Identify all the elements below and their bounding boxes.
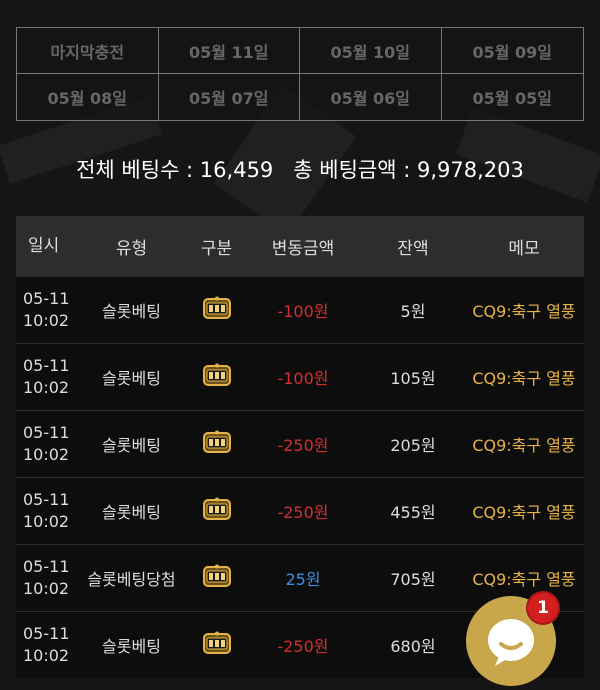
date-tab-0508[interactable]: 05월 08일 — [17, 74, 159, 120]
chat-notification-badge: 1 — [526, 591, 560, 625]
betting-summary: 전체 베팅수 : 16,459 총 베팅금액 : 9,978,203 — [0, 154, 600, 184]
row-date: 05-11 — [23, 490, 70, 509]
row-time: 10:02 — [23, 311, 70, 330]
row-type: 슬롯베팅 — [102, 436, 161, 455]
total-bet-count: 전체 베팅수 : 16,459 — [76, 158, 274, 182]
row-change-amount: -250원 — [277, 503, 329, 522]
table-row: 05-11 10:02 슬롯베팅 -250원 455원 CQ9:축구 열풍 — [16, 477, 584, 544]
row-memo: CQ9:축구 열풍 — [472, 570, 576, 589]
date-tab-last-charge[interactable]: 마지막충전 — [17, 28, 159, 74]
row-datetime: 05-11 10:02 — [16, 623, 74, 667]
row-kind — [189, 296, 244, 324]
row-datetime: 05-11 10:02 — [16, 556, 74, 600]
row-change-amount: -250원 — [277, 436, 329, 455]
table-header: 일시 유형 구분 변동금액 잔액 메모 — [16, 216, 584, 276]
header-date: 일시 — [28, 236, 60, 256]
slot-machine-icon — [202, 296, 231, 324]
row-kind — [189, 430, 244, 458]
header-type: 유형 — [115, 238, 148, 259]
row-time: 10:02 — [23, 579, 70, 598]
row-balance: 455원 — [390, 503, 436, 522]
date-tab-0505[interactable]: 05월 05일 — [442, 74, 584, 120]
row-balance: 5원 — [400, 302, 426, 321]
row-memo: CQ9:축구 열풍 — [472, 369, 576, 388]
slot-machine-icon — [202, 363, 231, 391]
header-change: 변동금액 — [271, 238, 335, 259]
row-memo: CQ9:축구 열풍 — [472, 436, 576, 455]
row-kind — [189, 631, 244, 659]
row-datetime: 05-11 10:02 — [16, 355, 74, 399]
row-datetime: 05-11 10:02 — [16, 489, 74, 533]
date-tab-0509[interactable]: 05월 09일 — [441, 28, 583, 74]
row-date: 05-11 — [23, 289, 70, 308]
row-change-amount: 25원 — [285, 570, 321, 589]
table-row: 05-11 10:02 슬롯베팅 -100원 105원 CQ9:축구 열풍 — [16, 343, 584, 410]
slot-machine-icon — [202, 497, 231, 525]
row-balance: 680원 — [390, 637, 436, 656]
row-balance: 105원 — [390, 369, 436, 388]
row-time: 10:02 — [23, 378, 70, 397]
date-tab-0507[interactable]: 05월 07일 — [159, 74, 300, 120]
row-type: 슬롯베팅 — [102, 637, 161, 656]
date-tab-grid: 마지막충전 05월 11일 05월 10일 05월 09일 05월 08일 05… — [16, 27, 584, 121]
table-row: 05-11 10:02 슬롯베팅 -250원 205원 CQ9:축구 열풍 — [16, 410, 584, 477]
row-change-amount: -100원 — [277, 302, 329, 321]
row-type: 슬롯베팅당첨 — [87, 570, 176, 589]
row-date: 05-11 — [23, 423, 70, 442]
header-memo: 메모 — [508, 238, 540, 259]
row-kind — [189, 564, 244, 592]
row-time: 10:02 — [23, 512, 70, 531]
row-change-amount: -250원 — [277, 637, 329, 656]
row-date: 05-11 — [23, 624, 70, 643]
row-kind — [189, 363, 244, 391]
date-tab-0511[interactable]: 05월 11일 — [158, 28, 300, 74]
row-date: 05-11 — [23, 557, 70, 576]
slot-machine-icon — [202, 430, 231, 458]
row-type: 슬롯베팅 — [102, 503, 161, 522]
row-balance: 205원 — [390, 436, 436, 455]
row-type: 슬롯베팅 — [102, 302, 161, 321]
row-date: 05-11 — [23, 356, 70, 375]
row-type: 슬롯베팅 — [102, 369, 161, 388]
row-time: 10:02 — [23, 646, 70, 665]
slot-machine-icon — [202, 564, 231, 592]
date-tab-0510[interactable]: 05월 10일 — [300, 28, 442, 74]
row-time: 10:02 — [23, 445, 70, 464]
row-datetime: 05-11 10:02 — [16, 422, 74, 466]
row-balance: 705원 — [390, 570, 436, 589]
row-memo: CQ9:축구 열풍 — [472, 503, 576, 522]
date-tab-0506[interactable]: 05월 06일 — [300, 74, 442, 120]
slot-machine-icon — [202, 631, 231, 659]
total-bet-amount: 총 베팅금액 : 9,978,203 — [293, 158, 524, 182]
row-change-amount: -100원 — [277, 369, 329, 388]
row-memo: CQ9:축구 열풍 — [472, 302, 576, 321]
row-datetime: 05-11 10:02 — [16, 288, 74, 332]
header-kind: 구분 — [200, 238, 233, 259]
row-kind — [189, 497, 244, 525]
table-row: 05-11 10:02 슬롯베팅 -100원 5원 CQ9:축구 열풍 — [16, 276, 584, 343]
header-balance: 잔액 — [397, 238, 429, 259]
